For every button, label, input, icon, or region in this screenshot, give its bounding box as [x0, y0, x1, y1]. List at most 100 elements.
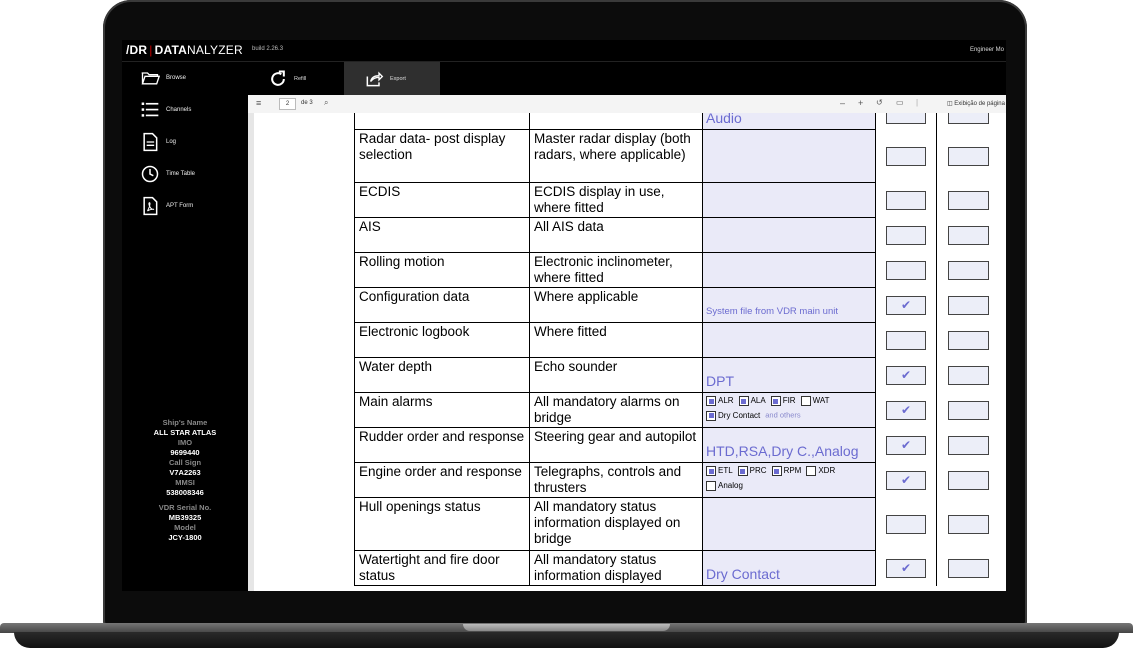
remark-checkbox[interactable]	[947, 113, 989, 124]
table-row: Radar data- post display selection Master…	[354, 129, 999, 183]
row-source: All mandatory status information display…	[529, 550, 703, 586]
row-item: Configuration data	[354, 287, 530, 323]
table-row: Hull openings status All mandatory status…	[354, 497, 999, 551]
verified-checkbox[interactable]: ✔	[886, 365, 926, 385]
list-icon	[141, 102, 159, 117]
sidebar-item-log[interactable]: Log	[140, 131, 176, 153]
checkbox[interactable]	[770, 396, 781, 407]
checkbox[interactable]	[806, 466, 817, 477]
row-item: Radar data- post display selection	[354, 129, 530, 183]
row-source: Where applicable	[529, 287, 703, 323]
verified-checkbox[interactable]	[886, 260, 926, 280]
remark-checkbox[interactable]	[947, 365, 989, 385]
checkbox[interactable]	[737, 466, 748, 477]
form-field[interactable]: HTD,RSA,Dry C.,Analog	[702, 427, 876, 463]
check-cell	[875, 182, 937, 218]
fit-page-icon[interactable]: ▭	[896, 98, 904, 107]
remark-checkbox[interactable]	[947, 295, 989, 315]
build-version: build 2.26.3	[252, 46, 284, 52]
checkbox[interactable]	[738, 396, 749, 407]
check-cell: ✔	[875, 287, 937, 323]
remark-checkbox[interactable]	[947, 400, 989, 420]
verified-checkbox[interactable]: ✔	[886, 435, 926, 455]
sidebar-item-channels[interactable]: Channels	[140, 99, 191, 121]
remark-checkbox[interactable]	[947, 470, 989, 490]
form-field[interactable]: Audio	[702, 113, 876, 130]
checkbox[interactable]	[706, 396, 716, 407]
check-cell	[936, 322, 999, 358]
ship-name-label: Ship's Name	[162, 418, 208, 427]
checkbox[interactable]	[771, 466, 782, 477]
verified-checkbox[interactable]: ✔	[886, 295, 926, 315]
verified-checkbox[interactable]: ✔	[886, 558, 926, 578]
clock-icon	[141, 165, 159, 183]
remark-checkbox[interactable]	[947, 190, 989, 210]
check-cell	[936, 217, 999, 253]
remark-checkbox[interactable]	[947, 146, 989, 166]
folder-open-icon	[141, 72, 160, 85]
checkbox[interactable]	[706, 480, 716, 491]
verified-checkbox[interactable]	[886, 190, 926, 210]
checkbox[interactable]	[706, 410, 716, 421]
checkbox[interactable]	[706, 466, 716, 477]
remark-checkbox[interactable]	[947, 558, 989, 578]
verified-checkbox[interactable]	[886, 330, 926, 350]
sidebar-item-time-table[interactable]: Time Table	[140, 163, 195, 185]
row-source: Echo sounder	[529, 357, 703, 393]
pdf-icon	[143, 196, 158, 216]
form-field[interactable]	[702, 497, 876, 551]
callsign-value: V7A2263	[169, 468, 201, 477]
verified-checkbox[interactable]	[886, 113, 926, 124]
table-row: Main alarms All mandatory alarms on bridg…	[354, 392, 999, 428]
row-item: Hull openings status	[354, 497, 530, 551]
form-field[interactable]	[702, 217, 876, 253]
verified-checkbox[interactable]	[886, 146, 926, 166]
export-button[interactable]: Export	[344, 62, 440, 95]
sidebar-item-label: Channels	[166, 107, 192, 113]
checkbox[interactable]	[800, 396, 811, 407]
remark-checkbox[interactable]	[947, 225, 989, 245]
outline-icon[interactable]: ≡	[256, 98, 261, 108]
zoom-in-icon[interactable]: +	[858, 98, 863, 108]
form-field[interactable]	[702, 322, 876, 358]
row-source: Electronic inclinometer, where fitted	[529, 252, 703, 288]
form-field[interactable]: ALR ALA FIR WAT Dry Contact and others	[702, 392, 876, 428]
ship-info-panel: Ship's Name ALL STAR ATLAS IMO 9699440 C…	[122, 418, 248, 543]
check-cell	[936, 287, 999, 323]
verified-checkbox[interactable]	[886, 225, 926, 245]
sidebar-item-label: Log	[166, 139, 177, 145]
remark-checkbox[interactable]	[947, 260, 989, 280]
zoom-out-icon[interactable]: –	[840, 98, 845, 108]
sidebar-item-apt-form[interactable]: APT Form	[140, 195, 193, 217]
title-bar: /DR | DATANALYZER build 2.26.3 Engineer Mo	[122, 40, 1006, 62]
sidebar-item-browse[interactable]: Browse	[140, 67, 186, 89]
row-source: ECDIS display in use, where fitted	[529, 182, 703, 218]
verified-checkbox[interactable]	[886, 514, 926, 534]
page-view-button[interactable]: ◫ Exibição de página	[947, 100, 1005, 107]
check-cell	[936, 357, 999, 393]
table-row: Watertight and fire door status All manda…	[354, 550, 999, 586]
form-field[interactable]: ETL PRC RPM XDR Analog	[702, 462, 876, 498]
verified-checkbox[interactable]: ✔	[886, 470, 926, 490]
remark-checkbox[interactable]	[947, 330, 989, 350]
checkbox-label: XDR	[818, 466, 836, 476]
verified-checkbox[interactable]: ✔	[886, 400, 926, 420]
remark-checkbox[interactable]	[947, 435, 989, 455]
remark-checkbox[interactable]	[947, 514, 989, 534]
form-field[interactable]	[702, 129, 876, 183]
search-icon[interactable]: ⌕	[324, 98, 328, 108]
refill-button[interactable]: Refill	[248, 62, 344, 95]
row-source: All mandatory status information display…	[529, 497, 703, 551]
page-number-input[interactable]: 2	[279, 98, 296, 110]
form-field[interactable]	[702, 182, 876, 218]
form-field[interactable]	[702, 252, 876, 288]
form-field[interactable]: System file from VDR main unit	[702, 287, 876, 323]
sidebar: Browse Channels Log Time Table APT Form …	[122, 62, 248, 591]
rotate-icon[interactable]: ↺	[876, 98, 883, 107]
check-cell: ✔	[875, 550, 937, 586]
form-field[interactable]: Dry Contact	[702, 550, 876, 586]
check-cell	[875, 129, 937, 183]
checkbox-label: PRC	[749, 466, 767, 476]
model-label: Model	[174, 523, 196, 532]
form-field[interactable]: DPT	[702, 357, 876, 393]
